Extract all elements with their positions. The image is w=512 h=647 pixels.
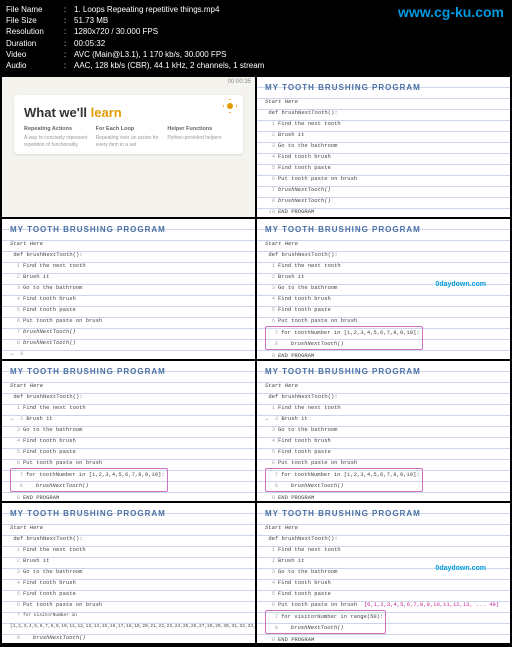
overlay-text: 0daydown.com [435,565,486,572]
paper-title: MY TOOTH BRUSHING PROGRAM [265,509,502,518]
label-duration: Duration [6,38,64,49]
slide-title: What we'll learn [24,105,233,120]
overlay-text: 0daydown.com [435,281,486,288]
value-duration: 00:05:32 [74,38,506,49]
thumb-4: 00:02:53 MY TOOTH BRUSHING PROGRAM Start… [257,219,510,359]
label-filename: File Name [6,4,64,15]
thumb-1: 00:00:35 What we'll learn Repeating Acti… [2,77,255,217]
annotation: [0,1,2,3,4,5,6,7,8,9,10,11,12,13, ... 49… [364,601,499,608]
paper-title: MY TOOTH BRUSHING PROGRAM [265,83,502,92]
label-resolution: Resolution [6,26,64,37]
slide-col-2: For Each LoopRepeating over an action fo… [96,126,162,148]
paper-title: MY TOOTH BRUSHING PROGRAM [265,367,502,376]
highlight-box: 7for toothNumber in [1,2,3,4,5,6,7,8,9,1… [265,468,423,492]
thumb-7: 00:04:55 MY TOOTH BRUSHING PROGRAM Start… [2,503,255,643]
code-block: Start Here def brushNextTooth(): 1Find t… [10,380,247,501]
thumb-2: 00:02:01 MY TOOTH BRUSHING PROGRAM Start… [257,77,510,217]
slide-col-1: Repeating ActionsA way to concisely repr… [24,126,90,148]
value-resolution: 1280x720 / 30.000 FPS [74,26,506,37]
highlight-box: 7for visitorNumber in range(50):8 brushN… [265,610,386,634]
label-audio: Audio [6,60,64,71]
value-audio: AAC, 128 kb/s (CBR), 44.1 kHz, 2 channel… [74,60,506,71]
highlight-box: 7for toothNumber in [1,2,3,4,5,6,7,8,9,1… [10,468,168,492]
paper-title: MY TOOTH BRUSHING PROGRAM [265,225,502,234]
thumb-3: 00:02:27 MY TOOTH BRUSHING PROGRAM Start… [2,219,255,359]
thumb-5: 00:03:19 MY TOOTH BRUSHING PROGRAM Start… [2,361,255,501]
highlight-box: 7for toothNumber in [1,2,3,4,5,6,7,8,9,1… [265,326,423,350]
code-block: Start Here def brushNextTooth(): 1Find t… [265,96,502,217]
code-block: Start Here def brushNextTooth(): 1Find t… [265,380,502,501]
timestamp: 00:00:35 [228,79,251,85]
thumb-6: 00:03:45 MY TOOTH BRUSHING PROGRAM Start… [257,361,510,501]
code-block: Start Here def brushNextTooth(): 1Find t… [265,238,502,359]
sun-icon [223,99,237,113]
label-filesize: File Size [6,15,64,26]
code-block: Start Here def brushNextTooth(): 1Find t… [10,238,247,359]
thumb-8: 00:05:21 MY TOOTH BRUSHING PROGRAM Start… [257,503,510,643]
code-block: Start Here def brushNextTooth(): 1Find t… [265,522,502,643]
watermark: www.cg-ku.com [398,4,504,20]
label-video: Video [6,49,64,60]
paper-title: MY TOOTH BRUSHING PROGRAM [10,225,247,234]
code-block: Start Here def brushNextTooth(): 1Find t… [10,522,247,643]
paper-title: MY TOOTH BRUSHING PROGRAM [10,367,247,376]
value-video: AVC (Main@L3.1), 1 170 kb/s, 30.000 FPS [74,49,506,60]
slide-col-3: Helper FunctionsPython-provided helpers [167,126,233,148]
thumbnail-grid: 00:00:35 What we'll learn Repeating Acti… [0,75,512,645]
slide-card: What we'll learn Repeating ActionsA way … [14,95,243,154]
paper-title: MY TOOTH BRUSHING PROGRAM [10,509,247,518]
